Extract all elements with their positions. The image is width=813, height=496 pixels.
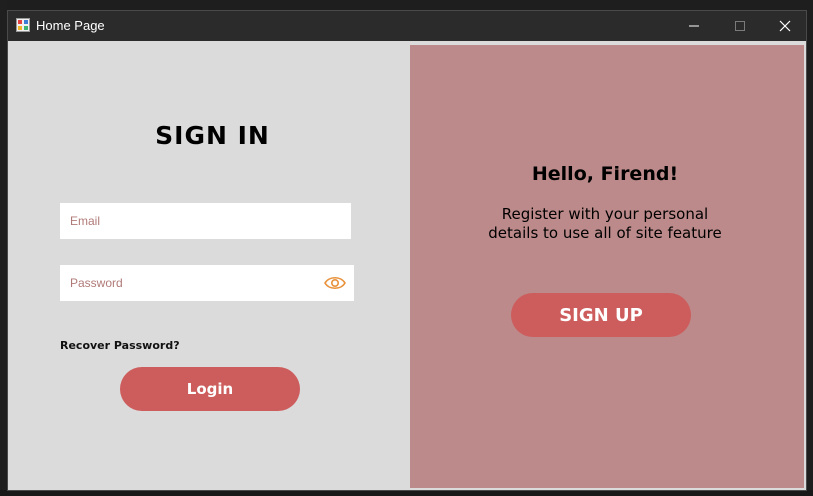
register-message-line1: Register with your personal bbox=[501, 205, 709, 223]
maximize-button[interactable] bbox=[717, 11, 763, 41]
close-button[interactable] bbox=[762, 11, 806, 41]
eye-icon[interactable] bbox=[324, 274, 346, 292]
minimize-button[interactable] bbox=[671, 11, 717, 41]
signup-panel: Hello, Firend! Register with your person… bbox=[410, 45, 804, 488]
password-field[interactable] bbox=[60, 265, 354, 301]
recover-password-link[interactable]: Recover Password? bbox=[60, 339, 180, 352]
maximize-icon bbox=[735, 21, 745, 31]
app-window: Home Page SIGN IN Email Recover Password… bbox=[7, 10, 807, 491]
desktop: Home Page SIGN IN Email Recover Password… bbox=[0, 0, 813, 496]
window-title: Home Page bbox=[36, 18, 105, 33]
form-content: SIGN IN Recover Password? Login Hello, F… bbox=[8, 41, 806, 490]
minimize-icon bbox=[689, 25, 699, 27]
title-bar[interactable]: Home Page bbox=[8, 11, 806, 41]
background-editor-strip bbox=[0, 0, 7, 496]
close-icon bbox=[779, 20, 791, 32]
signin-panel: SIGN IN Recover Password? Login bbox=[8, 41, 406, 490]
register-message-line2: details to use all of site feature bbox=[488, 224, 722, 242]
greeting-title: Hello, Firend! bbox=[531, 163, 679, 185]
login-button[interactable]: Login bbox=[120, 367, 300, 411]
register-message: Register with your personal details to u… bbox=[410, 205, 800, 243]
app-window-icon bbox=[16, 18, 30, 32]
signup-button[interactable]: SIGN UP bbox=[511, 293, 691, 337]
signin-title: SIGN IN bbox=[155, 121, 270, 150]
password-input[interactable] bbox=[70, 265, 320, 301]
email-field[interactable] bbox=[60, 203, 351, 239]
email-input[interactable] bbox=[70, 203, 320, 239]
